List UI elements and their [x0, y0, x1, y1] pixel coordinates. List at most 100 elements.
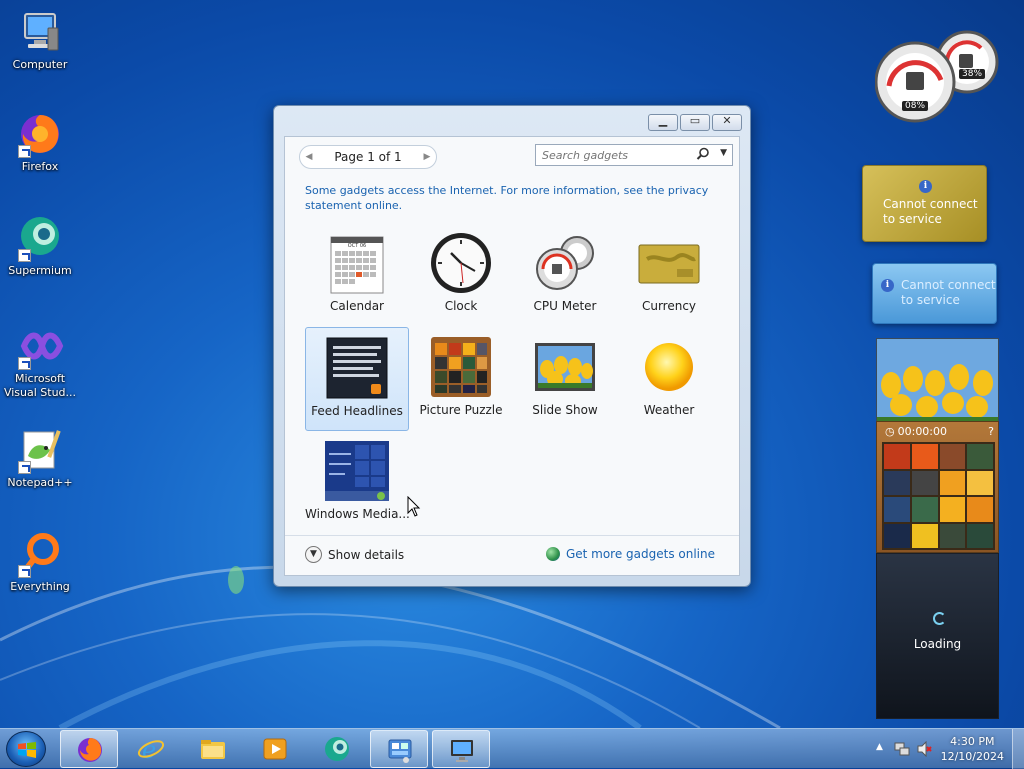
- display-settings-icon: [451, 740, 473, 762]
- visual-studio-icon: [16, 322, 64, 370]
- window-controls: ▁ ▭ ✕: [648, 114, 742, 131]
- supermium-icon: [325, 737, 349, 761]
- taskbar-internet-explorer[interactable]: e: [122, 730, 180, 768]
- gadget-cpu-meter[interactable]: CPU Meter: [513, 223, 617, 327]
- gallery-footer: ▼ Show details Get more gadgets online: [285, 535, 739, 575]
- show-details-button[interactable]: ▼ Show details: [305, 546, 404, 563]
- gadget-name: Slide Show: [532, 403, 598, 417]
- calendar-month-label: OCT 06: [347, 243, 367, 249]
- shortcut-arrow-icon: [18, 461, 31, 474]
- desktop-icon-everything[interactable]: Everything: [0, 530, 80, 594]
- chevron-right-icon: ▶: [423, 152, 431, 162]
- page-indicator: Page 1 of 1: [334, 150, 402, 164]
- page-navigator: ◀ Page 1 of 1 ▶: [299, 145, 437, 169]
- puzzle-timer: 00:00:00: [897, 424, 948, 438]
- search-input[interactable]: [536, 145, 686, 165]
- gadget-slide-show[interactable]: Slide Show: [513, 327, 617, 431]
- everything-icon: [16, 530, 64, 578]
- close-button[interactable]: ✕: [712, 114, 742, 131]
- gadget-currency[interactable]: Currency: [617, 223, 721, 327]
- taskbar-firefox[interactable]: [60, 730, 118, 768]
- computer-icon: [16, 8, 64, 56]
- gadget-name: Clock: [444, 299, 478, 313]
- currency-error-message: Cannot connect to service: [883, 197, 978, 226]
- firefox-icon: [16, 110, 64, 158]
- gadget-windows-media[interactable]: Windows Media...: [305, 431, 410, 535]
- volume-muted-icon[interactable]: [916, 741, 932, 757]
- windows-media-icon: [325, 439, 389, 503]
- taskbar-file-explorer[interactable]: [184, 730, 242, 768]
- start-button[interactable]: [6, 731, 46, 767]
- help-icon[interactable]: ?: [988, 425, 994, 438]
- search-dropdown-icon[interactable]: ▼: [720, 148, 727, 158]
- get-more-gadgets-link[interactable]: Get more gadgets online: [545, 547, 715, 561]
- get-more-label: Get more gadgets online: [565, 547, 715, 561]
- gadget-picture-puzzle[interactable]: Picture Puzzle: [409, 327, 513, 431]
- clock-time: 4:30 PM: [950, 735, 995, 748]
- gadget-calendar[interactable]: OCT 06 Calendar: [305, 223, 409, 327]
- minimize-button[interactable]: ▁: [648, 114, 678, 131]
- windows-logo-icon: [18, 742, 36, 758]
- taskbar-display-settings[interactable]: [432, 730, 490, 768]
- timer-icon: ◷: [885, 424, 895, 438]
- feed-headlines-gadget[interactable]: Loading: [876, 553, 999, 719]
- file-explorer-icon: [201, 740, 225, 759]
- calendar-icon: OCT 06: [325, 231, 389, 295]
- desktop-icon-computer[interactable]: Computer: [0, 8, 80, 72]
- picture-puzzle-gadget[interactable]: ◷ 00:00:00 ?: [876, 421, 999, 553]
- currency-gadget[interactable]: i Cannot connect to service: [862, 165, 987, 242]
- info-icon: i: [919, 180, 932, 193]
- restore-button[interactable]: ▭: [680, 114, 710, 131]
- svg-text:e: e: [142, 736, 156, 763]
- desktop-icon-supermium[interactable]: Supermium: [0, 214, 80, 278]
- desktop-icon-firefox[interactable]: Firefox: [0, 110, 80, 174]
- gadget-clock[interactable]: Clock: [409, 223, 513, 327]
- internet-explorer-icon: e: [137, 736, 165, 763]
- slide-show-gadget[interactable]: [876, 338, 999, 424]
- currency-icon: [637, 231, 701, 295]
- desktop-icon-label: Firefox: [21, 160, 59, 173]
- gadget-name: Weather: [643, 403, 695, 417]
- taskbar: e ▲ 4:30 PM 12/10/2024: [0, 728, 1024, 769]
- taskbar-supermium[interactable]: [308, 730, 366, 768]
- shortcut-arrow-icon: [18, 145, 31, 158]
- supermium-icon: [16, 214, 64, 262]
- desktop-icon-notepadpp[interactable]: Notepad++: [0, 426, 80, 490]
- gadget-gallery-window[interactable]: ▁ ▭ ✕ ◀ Page 1 of 1 ▶ ▼ Some gadgets acc…: [273, 105, 751, 587]
- clock[interactable]: 4:30 PM 12/10/2024: [941, 734, 1004, 764]
- taskbar-media-player[interactable]: [246, 730, 304, 768]
- puzzle-board[interactable]: [882, 442, 995, 550]
- previous-page-button[interactable]: ◀: [300, 152, 318, 162]
- next-page-button[interactable]: ▶: [418, 152, 436, 162]
- firefox-icon: [78, 738, 102, 762]
- search-icon[interactable]: [696, 147, 710, 161]
- privacy-notice-link[interactable]: Some gadgets access the Internet. For mo…: [305, 183, 725, 213]
- gadgets-icon: [388, 739, 412, 763]
- show-hidden-icons-icon[interactable]: ▲: [876, 742, 883, 752]
- gadget-weather[interactable]: Weather: [617, 327, 721, 431]
- shortcut-arrow-icon: [18, 249, 31, 262]
- weather-gadget[interactable]: i Cannot connect to service: [872, 263, 997, 324]
- chevron-down-icon: ▼: [305, 546, 322, 563]
- cpu-meter-gadget[interactable]: 08% 38%: [874, 28, 1000, 123]
- tulip-photo: [877, 339, 998, 423]
- globe-icon: [545, 547, 560, 561]
- picture-puzzle-icon: [429, 335, 493, 399]
- puzzle-header: ◷ 00:00:00 ?: [877, 422, 998, 440]
- weather-error-message: Cannot connect to service: [901, 278, 996, 307]
- system-tray: ▲ 4:30 PM 12/10/2024: [864, 729, 1024, 769]
- network-icon[interactable]: [894, 741, 910, 757]
- show-desktop-button[interactable]: [1012, 729, 1024, 769]
- show-details-label: Show details: [328, 547, 405, 562]
- gadget-feed-headlines[interactable]: Feed Headlines: [305, 327, 409, 431]
- notepadpp-icon: [16, 426, 64, 474]
- desktop-icon-label: Notepad++: [7, 476, 73, 489]
- search-box: ▼: [535, 144, 733, 166]
- gadget-name: Windows Media...: [305, 507, 410, 521]
- gadget-name: Calendar: [330, 299, 384, 313]
- chevron-left-icon: ◀: [305, 152, 313, 162]
- minimize-icon: ▁: [658, 114, 668, 127]
- desktop-icon-visual-studio[interactable]: Microsoft Visual Stud...: [0, 322, 80, 400]
- clock-icon: [429, 231, 493, 295]
- taskbar-gadgets[interactable]: [370, 730, 428, 768]
